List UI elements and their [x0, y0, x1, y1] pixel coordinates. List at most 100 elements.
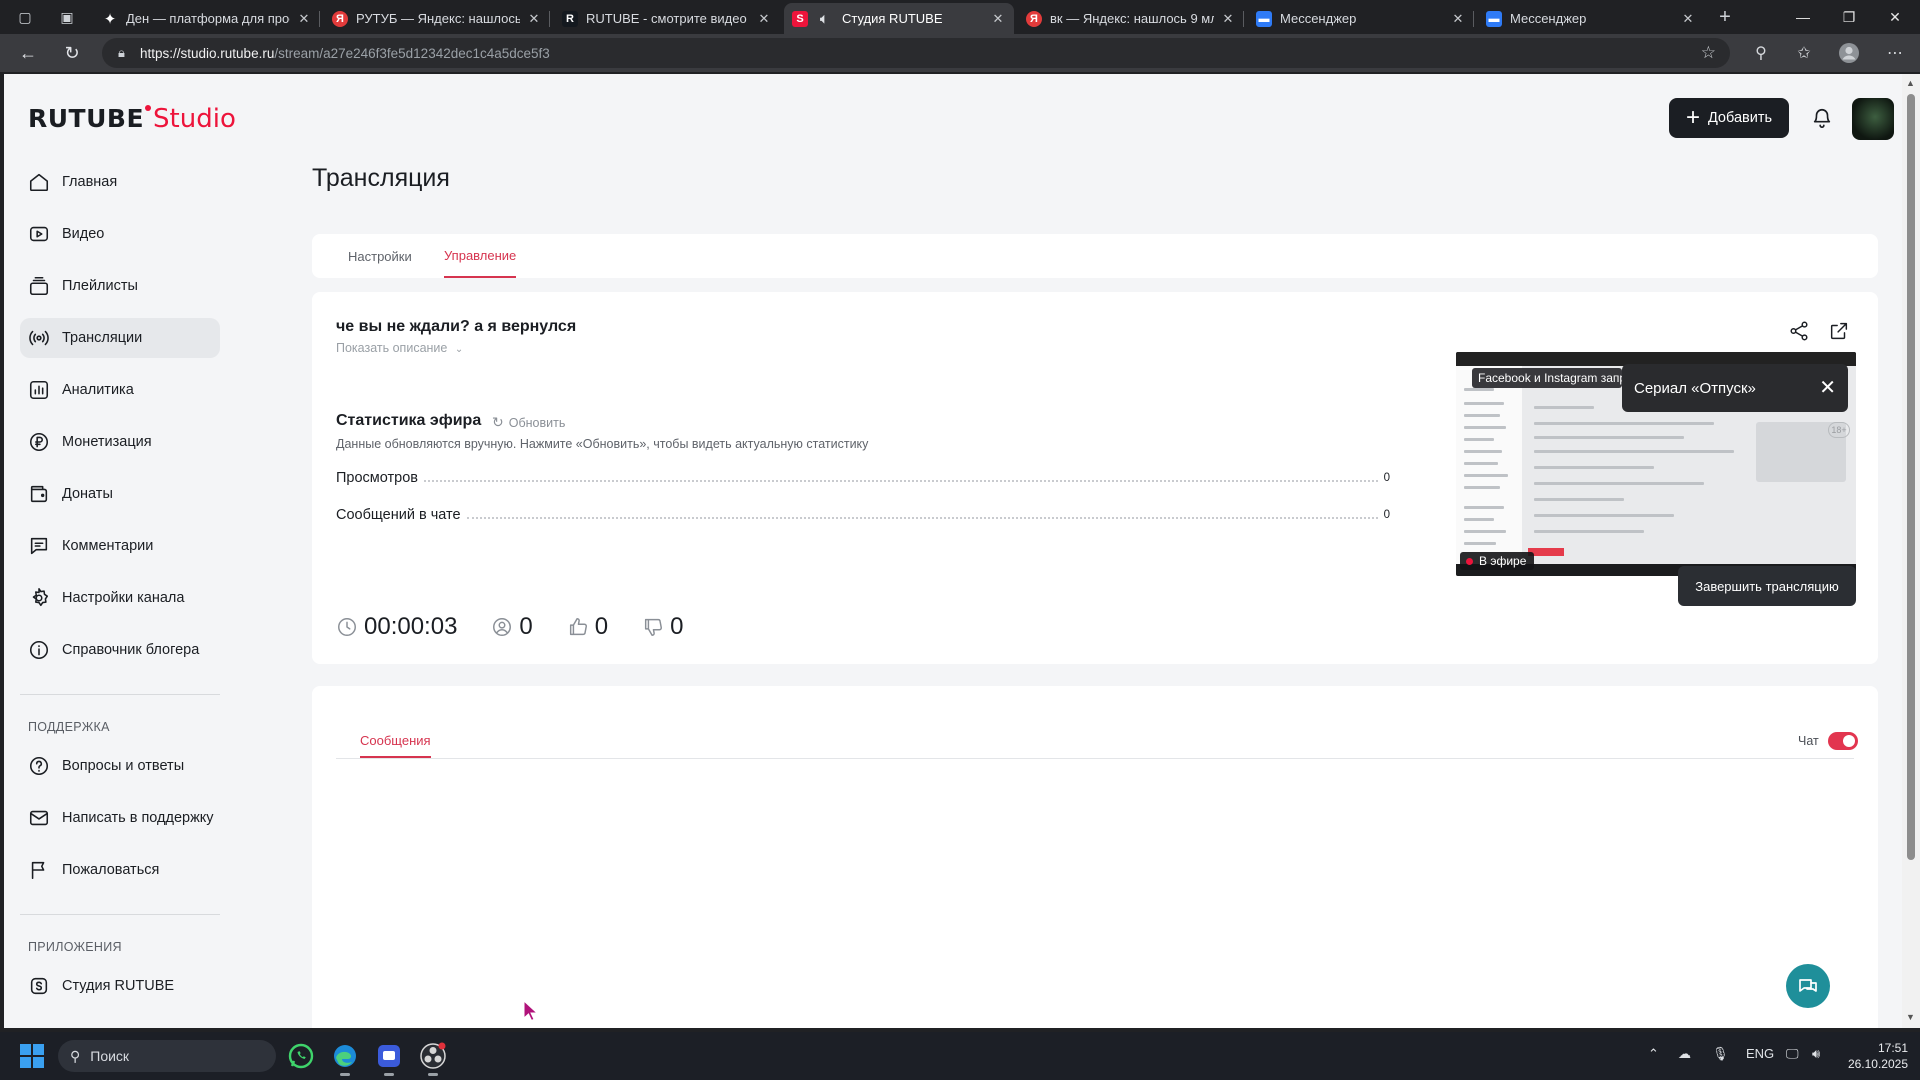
- sidebar-item-studio-app[interactable]: Студия RUTUBE: [20, 966, 220, 1006]
- onedrive-icon[interactable]: ☁︎: [1678, 1046, 1691, 1062]
- show-description-link[interactable]: Показать описание ⌄: [336, 341, 463, 355]
- profile-icon[interactable]: [1838, 42, 1860, 64]
- browser-tab[interactable]: R RUTUBE - смотрите видео онл ✕: [554, 3, 780, 34]
- scrollbar-thumb[interactable]: [1907, 94, 1915, 860]
- tab-separator: [1243, 11, 1244, 27]
- sidebar-item-video[interactable]: Видео: [20, 214, 220, 254]
- open-external-icon[interactable]: [1828, 320, 1850, 342]
- browser-tab-active[interactable]: S 🔈︎ Студия RUTUBE ✕: [784, 3, 1014, 34]
- taskbar-search[interactable]: ⚲ Поиск: [58, 1040, 276, 1072]
- sidebar-item-channel-settings[interactable]: Настройки канала: [20, 578, 220, 618]
- age-rating-badge: 18+: [1828, 422, 1850, 438]
- browser-tab[interactable]: Я вк — Яндекс: нашлось 9 млн р ✕: [1018, 3, 1244, 34]
- preview-line: [1464, 542, 1496, 545]
- sidebar-item-faq[interactable]: Вопросы и ответы: [20, 746, 220, 786]
- studio-page: RUTUBE Studio Главная Видео Плейлисты Тра…: [4, 74, 1902, 1028]
- add-button[interactable]: + Добавить: [1669, 98, 1789, 138]
- browser-tab[interactable]: ▬ Мессенджер ✕: [1478, 3, 1704, 34]
- browser-tab[interactable]: Я РУТУБ — Яндекс: нашлось 5 т ✕: [324, 3, 550, 34]
- refresh-icon: ↻: [492, 414, 504, 430]
- volume-icon[interactable]: 🔊︎: [1812, 1046, 1820, 1062]
- sidebar-item-donations[interactable]: Донаты: [20, 474, 220, 514]
- sidebar-item-blogger-guide[interactable]: Справочник блогера: [20, 630, 220, 670]
- close-tab-icon[interactable]: ✕: [526, 11, 542, 27]
- close-tab-icon[interactable]: ✕: [1220, 11, 1236, 27]
- scroll-up-icon[interactable]: ▲: [1906, 78, 1915, 88]
- preview-line: [1534, 514, 1674, 517]
- chat-toggle[interactable]: [1828, 732, 1858, 750]
- obs-studio-icon[interactable]: [418, 1041, 448, 1076]
- likes-value: 0: [594, 613, 609, 640]
- sidebar-item-label: Написать в поддержку: [62, 810, 214, 826]
- back-icon[interactable]: ←: [14, 40, 42, 66]
- browser-menu-icon[interactable]: ⋯: [1884, 42, 1906, 64]
- share-icon[interactable]: [1788, 320, 1810, 342]
- close-tab-icon[interactable]: ✕: [756, 11, 772, 27]
- close-tab-icon[interactable]: ✕: [990, 11, 1006, 27]
- scroll-down-icon[interactable]: ▼: [1906, 1012, 1915, 1022]
- close-tab-icon[interactable]: ✕: [296, 11, 312, 27]
- restore-icon[interactable]: ❐: [1826, 0, 1872, 34]
- gear-icon: [28, 587, 50, 609]
- favorites-icon[interactable]: ✩: [1793, 42, 1815, 64]
- sidebar-item-monetization[interactable]: Монетизация: [20, 422, 220, 462]
- browser-tab[interactable]: ✦ Ден — платформа для просм ✕: [94, 3, 320, 34]
- thumbs-up-icon: [569, 618, 587, 636]
- chat-divider: [336, 758, 1854, 759]
- page-scrollbar[interactable]: ▲ ▼: [1902, 74, 1920, 1028]
- avatar[interactable]: [1852, 98, 1894, 140]
- sidebar-item-label: Пожаловаться: [62, 862, 160, 878]
- sidebar-divider: [20, 914, 220, 915]
- preview-line: [1534, 422, 1714, 425]
- preview-line: [1534, 406, 1594, 409]
- extensions-icon[interactable]: ⚲: [1750, 42, 1772, 64]
- playlist-icon: [28, 275, 50, 297]
- tab-actions-icon[interactable]: ▣: [54, 5, 80, 29]
- speaker-icon[interactable]: 🔈︎: [816, 11, 832, 27]
- windows-start-icon[interactable]: [20, 1044, 44, 1068]
- sidebar-item-contact-support[interactable]: Написать в поддержку: [20, 798, 220, 838]
- sidebar-item-analytics[interactable]: Аналитика: [20, 370, 220, 410]
- whatsapp-icon[interactable]: [286, 1041, 316, 1071]
- refresh-button[interactable]: ↻ Обновить: [492, 414, 565, 431]
- close-tab-icon[interactable]: ✕: [1450, 11, 1466, 27]
- end-stream-button[interactable]: Завершить трансляцию: [1678, 566, 1856, 606]
- browser-tab-bar: ▢ ▣ ✦ Ден — платформа для просм ✕ Я РУТУ…: [0, 0, 1920, 34]
- tab-messages[interactable]: Сообщения: [360, 724, 431, 758]
- language-indicator[interactable]: ENG: [1746, 1046, 1774, 1061]
- end-stream-label: Завершить трансляцию: [1695, 578, 1839, 594]
- bookmark-star-icon[interactable]: ☆: [1701, 43, 1716, 63]
- messenger-app-icon[interactable]: [374, 1041, 404, 1076]
- sidebar-item-label: Монетизация: [62, 434, 152, 450]
- url-input[interactable]: 🔒︎ https://studio.rutube.ru/stream/a27e2…: [102, 38, 1730, 68]
- close-window-icon[interactable]: ✕: [1872, 0, 1918, 34]
- support-chat-button[interactable]: [1786, 964, 1830, 1008]
- notifications-bell-icon[interactable]: [1807, 102, 1837, 134]
- rutube-studio-logo[interactable]: RUTUBE Studio: [28, 104, 236, 134]
- wallet-icon: [28, 483, 50, 505]
- workspaces-icon[interactable]: ▢: [12, 5, 38, 29]
- close-icon[interactable]: ✕: [1819, 376, 1836, 400]
- microphone-icon[interactable]: 🎙︎: [1712, 1046, 1729, 1062]
- sidebar-item-comments[interactable]: Комментарии: [20, 526, 220, 566]
- sidebar-item-report[interactable]: Пожаловаться: [20, 850, 220, 890]
- tab-settings[interactable]: Настройки: [348, 234, 412, 278]
- show-hidden-icons-icon[interactable]: ⌃: [1648, 1046, 1659, 1062]
- taskbar-clock[interactable]: 17:51 26.10.2025: [1838, 1040, 1908, 1072]
- reload-icon[interactable]: ↻: [58, 40, 86, 66]
- edge-browser-icon[interactable]: [330, 1041, 360, 1076]
- new-tab-icon[interactable]: +: [1712, 5, 1738, 29]
- preview-line: [1534, 436, 1684, 439]
- live-dot-icon: [1466, 557, 1473, 565]
- close-tab-icon[interactable]: ✕: [1680, 11, 1696, 27]
- sidebar-item-home[interactable]: Главная: [20, 162, 220, 202]
- sidebar-item-playlists[interactable]: Плейлисты: [20, 266, 220, 306]
- stream-card: че вы не ждали? а я вернулся Показать оп…: [312, 292, 1878, 664]
- sidebar-item-broadcasts[interactable]: Трансляции: [20, 318, 220, 358]
- network-icon[interactable]: 🖵︎: [1786, 1046, 1799, 1062]
- messenger-icon: ▬: [1486, 10, 1502, 27]
- stream-preview[interactable]: Facebook и Instagram запр 18+ Сериал «От…: [1456, 352, 1856, 576]
- tab-management[interactable]: Управление: [444, 234, 517, 278]
- minimize-icon[interactable]: —: [1780, 0, 1826, 34]
- browser-tab[interactable]: ▬ Мессенджер ✕: [1248, 3, 1474, 34]
